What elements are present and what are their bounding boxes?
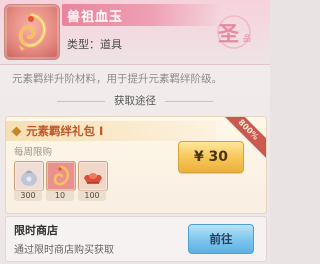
- pack-name: 元素羁绊礼包 I: [26, 124, 104, 138]
- reward-box: [14, 161, 44, 191]
- item-thumbnail: [4, 4, 60, 60]
- silver-pouch-icon: [21, 170, 37, 186]
- shop-name: 限时商店: [14, 224, 58, 237]
- divider-right: [165, 101, 213, 102]
- grade-badge: 圣 品: [214, 12, 258, 52]
- reward-item[interactable]: 10: [46, 161, 76, 203]
- item-detail-panel: 兽祖血玉 类型：道具 圣 品 元素羁绊升阶材料，用于提升元素羁绊阶级。 获取途径…: [0, 0, 270, 264]
- blood-jade-icon: [53, 165, 69, 186]
- reward-qty: 100: [78, 190, 106, 201]
- item-type: 类型：道具: [67, 38, 122, 51]
- blood-jade-icon: [18, 13, 47, 51]
- divider-left: [57, 101, 105, 102]
- reward-box: [78, 161, 108, 191]
- shop-card: 限时商店 通过限时商店购买获取 前往: [5, 216, 267, 262]
- acquire-section-title: 获取途径: [0, 93, 270, 109]
- reward-box: [46, 161, 76, 191]
- goto-shop-button[interactable]: 前往: [188, 224, 254, 254]
- item-name: 兽祖血玉: [67, 10, 124, 25]
- reward-qty: 300: [14, 190, 42, 201]
- reward-item[interactable]: 300: [14, 161, 44, 203]
- acquire-title-text: 获取途径: [114, 95, 156, 107]
- price-button[interactable]: ¥ 30: [178, 141, 244, 173]
- reward-item[interactable]: 100: [78, 161, 108, 203]
- item-header: 兽祖血玉 类型：道具 圣 品: [0, 0, 270, 65]
- grade-subtext: 品: [243, 34, 251, 43]
- grade-text: 圣: [218, 21, 239, 46]
- item-description: 元素羁绊升阶材料，用于提升元素羁绊阶级。: [12, 73, 222, 85]
- pack-limit: 每周限购: [14, 147, 53, 158]
- shop-description: 通过限时商店购买获取: [14, 245, 114, 256]
- red-ingot-icon: [84, 173, 102, 184]
- reward-qty: 10: [46, 190, 74, 201]
